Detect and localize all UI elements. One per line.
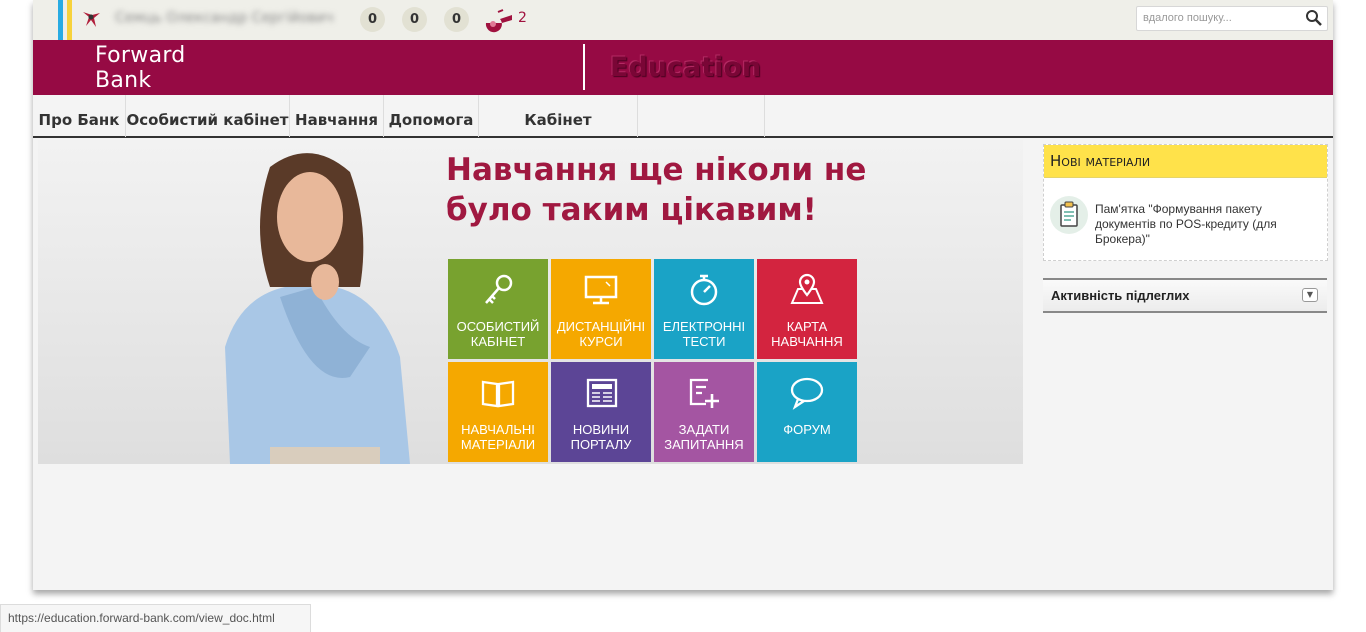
logo-line-1: Forward <box>95 43 186 68</box>
clipboard-icon <box>1050 196 1088 234</box>
tile-label: ДИСТАНЦІЙНІ КУРСИ <box>551 319 651 349</box>
nav-item-help[interactable]: Допомога <box>384 95 479 137</box>
tile-label: ЗАДАТИ ЗАПИТАННЯ <box>654 422 754 452</box>
search-input[interactable]: вдалого пошуку... <box>1136 6 1328 31</box>
tile-label: ОСОБИСТИЙ КАБІНЕТ <box>448 319 548 349</box>
education-title: Education <box>610 52 762 83</box>
logo-line-2: Bank <box>95 68 152 93</box>
counter-badge-1[interactable]: 0 <box>360 7 385 32</box>
tile-learning-map[interactable]: КАРТА НАВЧАННЯ <box>757 259 857 359</box>
tile-label: НОВИНИ ПОРТАЛУ <box>551 422 651 452</box>
tile-portal-news[interactable]: НОВИНИ ПОРТАЛУ <box>551 362 651 462</box>
map-pin-icon <box>790 273 824 304</box>
banner-headline-line-1: Навчання ще ніколи не <box>446 152 867 188</box>
tile-label-line-1: ЗАДАТИ <box>678 422 730 437</box>
user-mascot-icon[interactable] <box>80 8 102 30</box>
search-icon[interactable] <box>1305 9 1323 27</box>
status-bar-url: https://education.forward-bank.com/view_… <box>0 604 311 632</box>
tile-label-line-1: КАРТА <box>786 319 828 334</box>
tile-label-line-1: ДИСТАНЦІЙНІ <box>556 319 646 334</box>
book-icon <box>481 380 515 408</box>
forward-bank-logo[interactable]: Forward Bank <box>95 43 186 93</box>
newspaper-icon <box>586 378 618 408</box>
subordinates-activity-header[interactable]: Активність підлеглих <box>1043 278 1327 313</box>
tile-label-line-2: КУРСИ <box>579 334 623 349</box>
counter-badge-3[interactable]: 0 <box>444 7 469 32</box>
tile-forum[interactable]: ФОРУМ <box>757 362 857 462</box>
nav-item-personal-cabinet[interactable]: Особистий кабінет <box>126 95 290 137</box>
new-material-link[interactable]: Пам'ятка "Формування пакету документів п… <box>1095 202 1295 247</box>
user-name[interactable]: Семць Олександр Сергійович <box>115 10 333 26</box>
whistle-icon[interactable] <box>484 9 516 33</box>
tile-label-line-1: НОВИНИ <box>572 422 630 437</box>
nav-item-learning[interactable]: Навчання <box>290 95 384 137</box>
tile-label-line-2: МАТЕРІАЛИ <box>460 437 536 452</box>
tile-label-line-2: ЗАПИТАННЯ <box>664 437 744 452</box>
key-icon <box>485 274 513 304</box>
tile-label-line-2: ПОРТАЛУ <box>570 437 632 452</box>
whistle-count: 2 <box>518 10 527 26</box>
tile-label-line-2: ТЕСТИ <box>682 334 726 349</box>
tile-distance-courses[interactable]: ДИСТАНЦІЙНІ КУРСИ <box>551 259 651 359</box>
chevron-down-icon[interactable]: ▼ <box>1302 288 1318 302</box>
tile-electronic-tests[interactable]: ЕЛЕКТРОННІ ТЕСТИ <box>654 259 754 359</box>
tile-label: НАВЧАЛЬНІ МАТЕРІАЛИ <box>448 422 548 452</box>
nav-item-empty <box>638 95 765 137</box>
banner-headline: Навчання ще ніколи не було таким цікавим… <box>446 150 886 230</box>
tile-label-line-1: НАВЧАЛЬНІ <box>461 422 535 437</box>
tile-label: ФОРУМ <box>757 422 857 437</box>
tile-ask-question[interactable]: ЗАДАТИ ЗАПИТАННЯ <box>654 362 754 462</box>
tile-label: ЕЛЕКТРОННІ ТЕСТИ <box>654 319 754 349</box>
monitor-icon <box>584 275 618 305</box>
tile-label-line-2: НАВЧАННЯ <box>771 334 843 349</box>
tile-label-line-1: ОСОБИСТИЙ <box>456 319 540 334</box>
woman-illustration <box>225 153 410 464</box>
header-divider <box>583 44 585 90</box>
stopwatch-icon <box>690 274 718 306</box>
tile-label-line-1: ФОРУМ <box>783 422 831 437</box>
tile-learning-materials[interactable]: НАВЧАЛЬНІ МАТЕРІАЛИ <box>448 362 548 462</box>
tile-label-line-2: КАБІНЕТ <box>470 334 526 349</box>
tile-label: КАРТА НАВЧАННЯ <box>757 319 857 349</box>
tile-label-line-1: ЕЛЕКТРОННІ <box>662 319 746 334</box>
question-add-icon <box>689 378 719 408</box>
new-materials-title: Нові матеріали <box>1044 145 1327 178</box>
tile-personal-cabinet[interactable]: ОСОБИСТИЙ КАБІНЕТ <box>448 259 548 359</box>
counter-badge-2[interactable]: 0 <box>402 7 427 32</box>
speech-bubble-icon <box>790 377 824 410</box>
banner-headline-line-2: було таким цікавим! <box>446 192 817 228</box>
nav-item-about-bank[interactable]: Про Банк <box>33 95 126 137</box>
nav-item-manager-cabinet[interactable]: Кабінет керівника <box>479 95 638 179</box>
